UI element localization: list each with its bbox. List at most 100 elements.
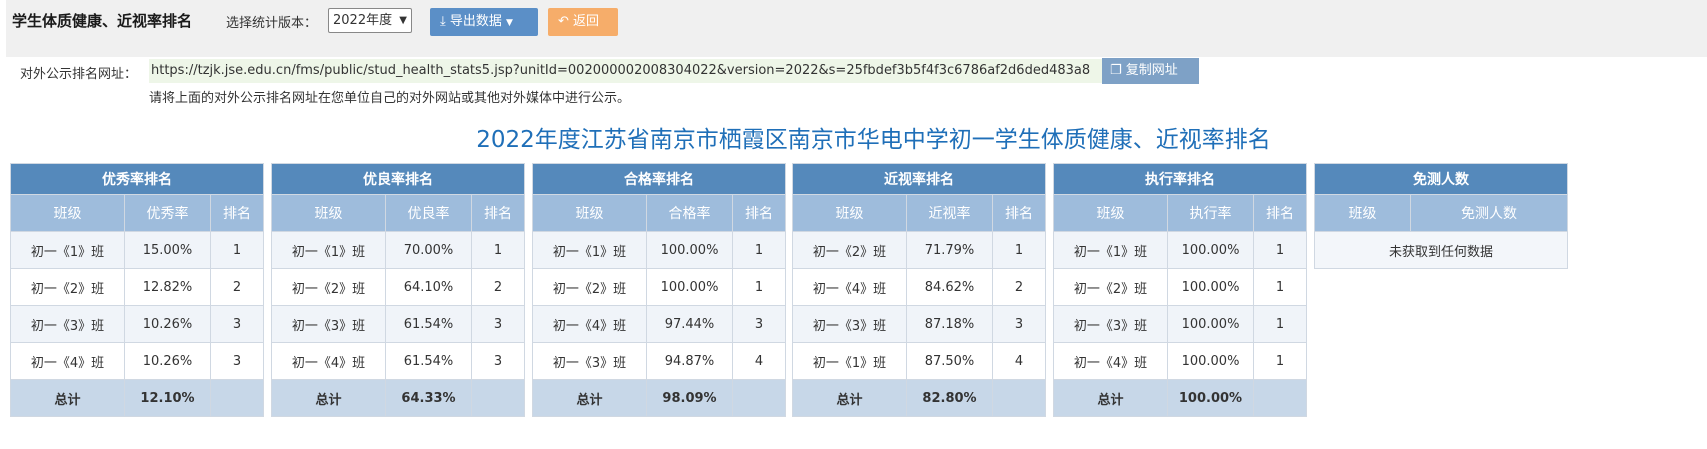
table-cell: 1 (1253, 231, 1307, 269)
exempt-col-class: 班级 (1314, 194, 1411, 232)
total-cell: 总计 (10, 379, 125, 417)
column-header: 排名 (210, 194, 264, 232)
table-cell: 3 (471, 305, 525, 343)
column-header: 班级 (271, 194, 386, 232)
total-row: 总计 98.09% (532, 379, 786, 417)
table-cell: 3 (210, 342, 264, 380)
table-cell: 初一《1》班 (1053, 231, 1168, 269)
table-cell: 初一《2》班 (1053, 268, 1168, 306)
column-header: 排名 (471, 194, 525, 232)
table-cell: 2 (992, 268, 1046, 306)
column-header: 班级 (792, 194, 907, 232)
total-cell: 82.80% (906, 379, 993, 417)
table-cell: 100.00% (1167, 231, 1254, 269)
table-cell: 初一《4》班 (10, 342, 125, 380)
back-button[interactable]: ↶ 返回 (548, 8, 618, 36)
table-cell: 84.62% (906, 268, 993, 306)
total-cell (992, 379, 1046, 417)
total-cell: 100.00% (1167, 379, 1254, 417)
table-row: 初一《4》班 10.26% 3 (10, 342, 264, 380)
table-cell: 2 (210, 268, 264, 306)
table-cell: 初一《1》班 (792, 342, 907, 380)
column-header: 合格率 (646, 194, 733, 232)
table-row: 初一《3》班 100.00% 1 (1053, 305, 1307, 343)
table-cell: 初一《3》班 (271, 305, 386, 343)
table-cell: 1 (210, 231, 264, 269)
total-row: 总计 100.00% (1053, 379, 1307, 417)
total-cell (732, 379, 786, 417)
back-button-label: 返回 (573, 14, 600, 29)
table-row: 初一《3》班 87.18% 3 (792, 305, 1046, 343)
table-cell: 初一《2》班 (10, 268, 125, 306)
panel-title: 优良率排名 (271, 163, 525, 195)
table-cell: 初一《4》班 (792, 268, 907, 306)
report-title: 2022年度江苏省南京市栖霞区南京市华电中学初一学生体质健康、近视率排名 (476, 127, 1271, 153)
version-select[interactable]: 2022年度 ▼ (328, 8, 412, 33)
table-row: 初一《4》班 97.44% 3 (532, 305, 786, 343)
column-header: 优秀率 (124, 194, 211, 232)
panel-title: 合格率排名 (532, 163, 786, 195)
copy-icon: ❐ (1110, 63, 1122, 78)
total-cell: 总计 (1053, 379, 1168, 417)
ranking-panel: 近视率排名 班级 近视率 排名 初一《2》班 71.79% 1 初一《4》班 84.62% 2 初一… (792, 163, 1046, 417)
table-row: 初一《2》班 12.82% 2 (10, 268, 264, 306)
table-cell: 2 (471, 268, 525, 306)
column-header: 排名 (732, 194, 786, 232)
panel-title: 执行率排名 (1053, 163, 1307, 195)
chevron-down-icon: ▼ (399, 15, 407, 26)
table-row: 初一《2》班 100.00% 1 (1053, 268, 1307, 306)
table-cell: 1 (992, 231, 1046, 269)
panel-title: 优秀率排名 (10, 163, 264, 195)
total-cell: 总计 (792, 379, 907, 417)
column-header: 班级 (10, 194, 125, 232)
table-cell: 70.00% (385, 231, 472, 269)
table-cell: 3 (471, 342, 525, 380)
table-cell: 初一《3》班 (792, 305, 907, 343)
column-header: 班级 (1053, 194, 1168, 232)
url-hint: 请将上面的对外公示排名网址在您单位自己的对外网站或其他对外媒体中进行公示。 (149, 91, 631, 106)
table-cell: 1 (732, 268, 786, 306)
table-row: 初一《1》班 100.00% 1 (532, 231, 786, 269)
table-cell: 初一《4》班 (1053, 342, 1168, 380)
total-row: 总计 12.10% (10, 379, 264, 417)
table-cell: 初一《2》班 (792, 231, 907, 269)
table-cell: 12.82% (124, 268, 211, 306)
table-cell: 初一《2》班 (271, 268, 386, 306)
table-row: 初一《4》班 84.62% 2 (792, 268, 1046, 306)
exempt-panel-title: 免测人数 (1314, 163, 1568, 195)
caret-down-icon: ▼ (506, 18, 513, 28)
export-button[interactable]: ⤓ 导出数据 ▼ (430, 8, 538, 36)
table-cell: 87.18% (906, 305, 993, 343)
table-row: 初一《1》班 87.50% 4 (792, 342, 1046, 380)
ranking-panel: 优秀率排名 班级 优秀率 排名 初一《1》班 15.00% 1 初一《2》班 12.82% 2 初一… (10, 163, 264, 417)
total-cell (471, 379, 525, 417)
copy-url-button[interactable]: ❐ 复制网址 (1102, 58, 1199, 84)
table-cell: 100.00% (1167, 342, 1254, 380)
table-cell: 3 (992, 305, 1046, 343)
table-cell: 100.00% (646, 231, 733, 269)
total-cell: 总计 (532, 379, 647, 417)
ranking-panel: 优良率排名 班级 优良率 排名 初一《1》班 70.00% 1 初一《2》班 64.10% 2 初一… (271, 163, 525, 417)
table-cell: 初一《1》班 (271, 231, 386, 269)
table-cell: 100.00% (646, 268, 733, 306)
table-cell: 100.00% (1167, 305, 1254, 343)
exempt-col-count: 免测人数 (1410, 194, 1568, 232)
table-row: 初一《2》班 100.00% 1 (532, 268, 786, 306)
table-cell: 4 (732, 342, 786, 380)
table-row: 初一《1》班 70.00% 1 (271, 231, 525, 269)
table-cell: 初一《4》班 (532, 305, 647, 343)
table-cell: 10.26% (124, 342, 211, 380)
panel-title: 近视率排名 (792, 163, 1046, 195)
column-header: 优良率 (385, 194, 472, 232)
table-cell: 1 (1253, 342, 1307, 380)
version-label: 选择统计版本： (226, 16, 318, 31)
column-header: 排名 (992, 194, 1046, 232)
ranking-panel: 合格率排名 班级 合格率 排名 初一《1》班 100.00% 1 初一《2》班 100.00% 1… (532, 163, 786, 417)
download-icon: ⤓ (440, 14, 446, 29)
exempt-panel: 免测人数 班级 免测人数 未获取到任何数据 (1314, 163, 1568, 269)
table-cell: 初一《1》班 (10, 231, 125, 269)
table-row: 初一《1》班 15.00% 1 (10, 231, 264, 269)
no-data-message: 未获取到任何数据 (1314, 231, 1568, 269)
table-cell: 64.10% (385, 268, 472, 306)
public-url-field[interactable]: https://tzjk.jse.edu.cn/fms/public/stud_… (149, 59, 1104, 83)
